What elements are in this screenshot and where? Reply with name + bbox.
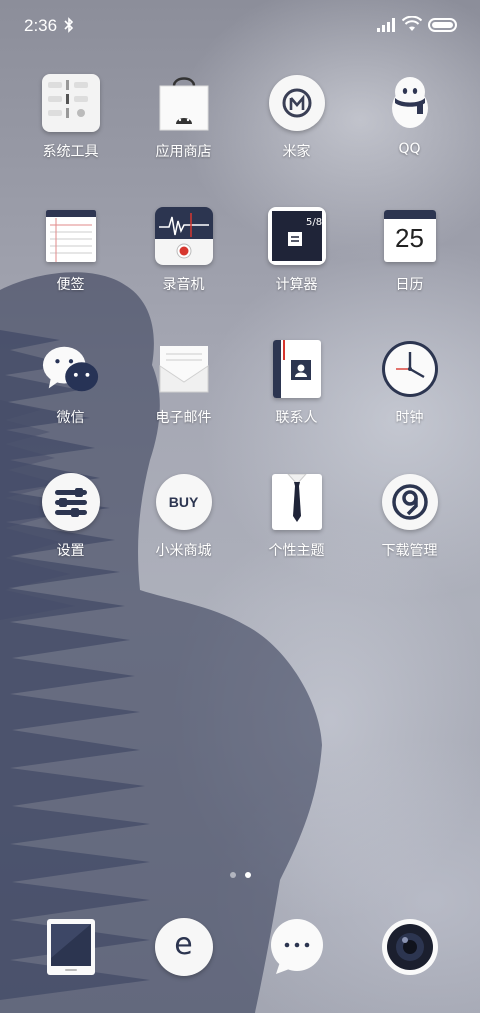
app-wechat[interactable]: 微信 <box>14 339 127 472</box>
settings-icon <box>41 472 101 532</box>
themes-shirt-icon <box>267 472 327 532</box>
app-store-bag-icon <box>154 73 214 133</box>
app-clock[interactable]: 时钟 <box>353 339 466 472</box>
signal-icon <box>377 18 395 32</box>
browser-glyph: e <box>174 927 193 962</box>
app-contacts[interactable]: 联系人 <box>240 339 353 472</box>
mi-store-buy-text: BUY <box>168 494 199 510</box>
mijia-icon <box>267 73 327 133</box>
app-grid: 系统工具 应用商店 米家 QQ 便签 录音机 5/8 计算器 25 日历 微信 … <box>14 73 466 605</box>
calculator-icon: 5/8 <box>267 206 327 266</box>
messages-icon <box>267 917 327 977</box>
download-manager-icon <box>380 472 440 532</box>
app-mi-store[interactable]: BUY 小米商城 <box>127 472 240 605</box>
email-envelope-icon <box>154 339 214 399</box>
status-bar: 2:36 <box>0 0 480 52</box>
app-calculator[interactable]: 5/8 计算器 <box>240 206 353 339</box>
bluetooth-icon <box>64 17 74 33</box>
wifi-icon <box>402 16 422 31</box>
notes-icon <box>41 206 101 266</box>
app-settings[interactable]: 设置 <box>14 472 127 605</box>
app-label: 微信 <box>56 410 85 426</box>
app-app-store[interactable]: 应用商店 <box>127 73 240 206</box>
app-calendar[interactable]: 25 日历 <box>353 206 466 339</box>
browser-icon: e <box>154 917 214 977</box>
battery-icon <box>428 18 457 32</box>
phone-icon <box>41 917 101 977</box>
app-label: 录音机 <box>162 277 205 293</box>
wechat-icon <box>41 339 101 399</box>
app-mijia[interactable]: 米家 <box>240 73 353 206</box>
app-recorder[interactable]: 录音机 <box>127 206 240 339</box>
calendar-day: 25 <box>395 223 424 253</box>
page-dot-1[interactable] <box>229 872 236 878</box>
app-label: 日历 <box>395 277 424 293</box>
recorder-icon <box>154 206 214 266</box>
app-label: 设置 <box>56 543 85 559</box>
dock-browser[interactable]: e <box>127 917 240 983</box>
app-label: 下载管理 <box>381 543 438 559</box>
app-qq[interactable]: QQ <box>353 73 466 206</box>
app-email[interactable]: 电子邮件 <box>127 339 240 472</box>
app-label: 时钟 <box>395 410 424 426</box>
app-notes[interactable]: 便签 <box>14 206 127 339</box>
app-label: 联系人 <box>275 410 318 426</box>
app-label: QQ <box>398 141 421 157</box>
app-label: 应用商店 <box>155 144 212 160</box>
dock-messages[interactable] <box>240 917 353 983</box>
app-label: 电子邮件 <box>155 410 212 426</box>
dock-phone[interactable] <box>14 917 127 983</box>
app-label: 米家 <box>282 144 311 160</box>
page-dot-2[interactable] <box>244 872 251 878</box>
contacts-book-icon <box>267 339 327 399</box>
dock: e <box>14 917 466 983</box>
mi-store-icon: BUY <box>154 472 214 532</box>
app-label: 小米商城 <box>155 543 212 559</box>
svg-text:5/8: 5/8 <box>306 217 322 228</box>
system-tools-folder-icon <box>41 73 101 133</box>
app-label: 个性主题 <box>268 543 325 559</box>
app-themes[interactable]: 个性主题 <box>240 472 353 605</box>
calendar-icon: 25 <box>380 206 440 266</box>
dock-camera[interactable] <box>353 917 466 983</box>
app-system-tools[interactable]: 系统工具 <box>14 73 127 206</box>
clock-icon <box>380 339 440 399</box>
app-label: 系统工具 <box>42 144 99 160</box>
camera-icon <box>380 917 440 977</box>
app-download-manager[interactable]: 下载管理 <box>353 472 466 605</box>
status-time: 2:36 <box>24 16 58 35</box>
qq-penguin-icon <box>380 73 440 133</box>
app-label: 便签 <box>56 277 85 293</box>
app-label: 计算器 <box>275 277 318 293</box>
page-indicator <box>0 872 480 878</box>
